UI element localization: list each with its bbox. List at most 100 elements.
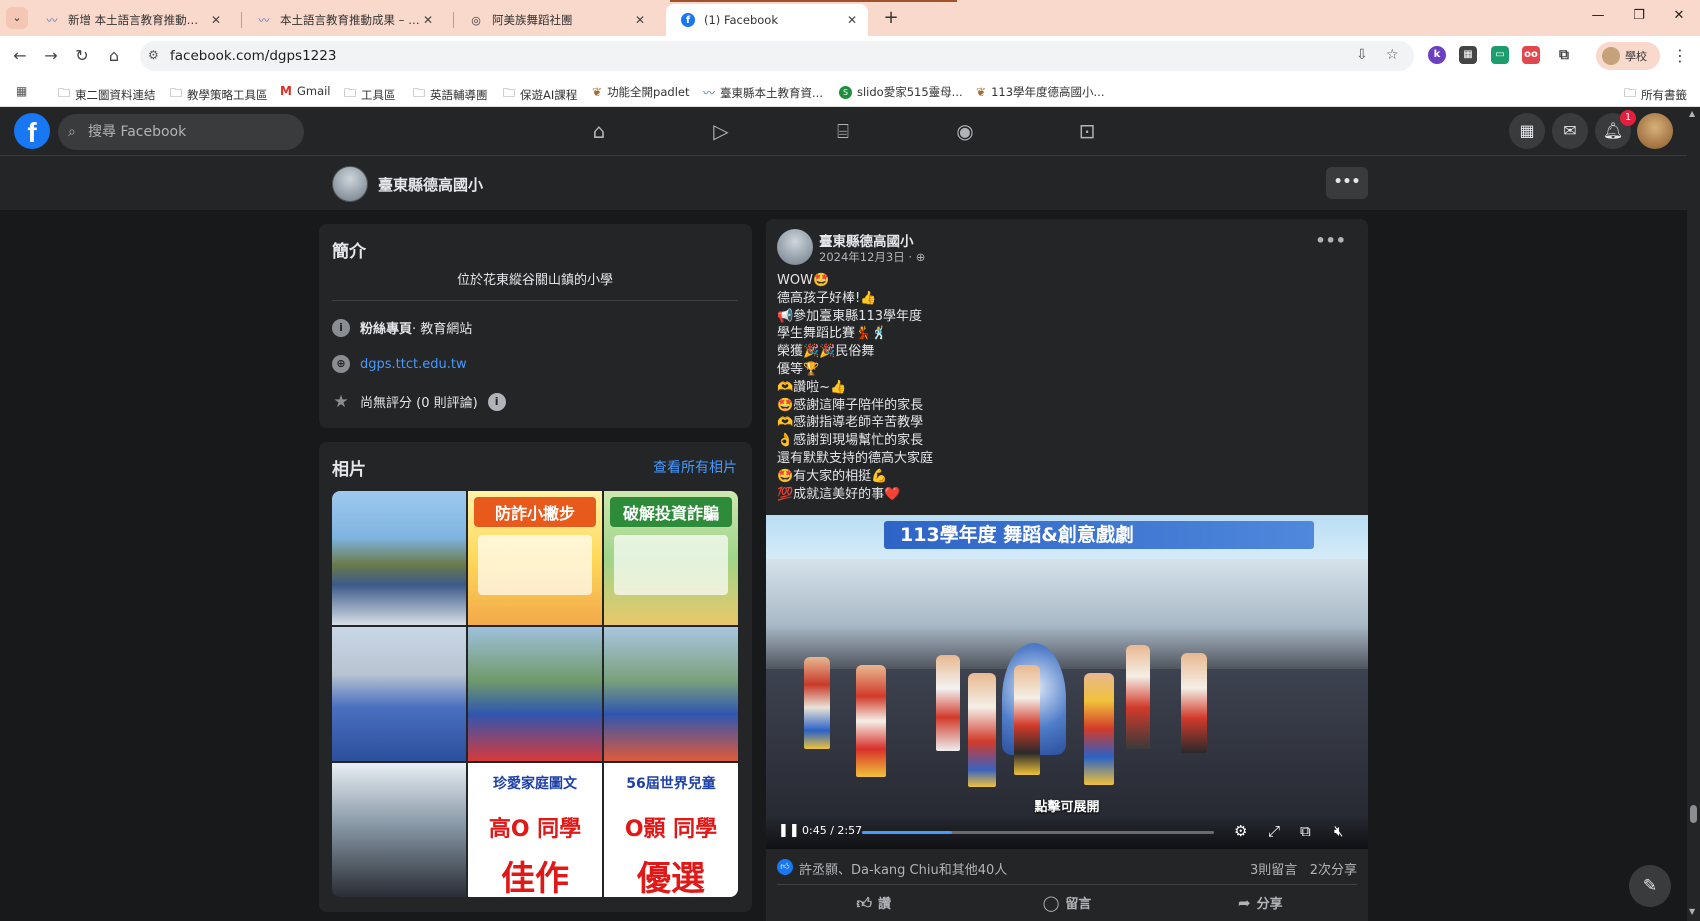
share-button[interactable]: ➦ 分享 bbox=[1164, 885, 1357, 921]
photo-thumbnail[interactable] bbox=[332, 627, 466, 761]
messenger-icon[interactable]: ✉ bbox=[1552, 113, 1588, 149]
video-stage-banner: 113學年度 舞蹈&創意戲劇 bbox=[766, 515, 1368, 559]
back-icon[interactable]: ← bbox=[8, 44, 32, 68]
home-icon[interactable]: ⌂ bbox=[102, 44, 126, 68]
bookmark-item[interactable]: M Gmail bbox=[280, 84, 331, 98]
address-bar[interactable]: ⚙ facebook.com/dgps1223 ⇩ ☆ bbox=[140, 41, 1414, 71]
folder-icon: 🗀 bbox=[58, 86, 71, 100]
browser-toolbar: ← → ↻ ⌂ ⚙ facebook.com/dgps1223 ⇩ ☆ k ▦ … bbox=[0, 36, 1700, 76]
home-nav-icon[interactable]: ⌂ bbox=[585, 117, 613, 145]
video-progress-track[interactable] bbox=[862, 831, 1214, 834]
forward-icon[interactable]: → bbox=[39, 44, 63, 68]
bookmarks-bar: ▦ 🗀 東二圖資料連結 🗀 教學策略工具區 M Gmail 🗀 工具區 🗀 英語輔導團 🗀… bbox=[0, 76, 1700, 107]
bookmark-item[interactable]: ❦ 113學年度德高國小... bbox=[976, 84, 1104, 100]
post-meta[interactable]: 2024年12月3日 · ⊕ bbox=[819, 249, 925, 265]
post-author-name[interactable]: 臺東縣德高國小 bbox=[819, 230, 914, 250]
intro-bio: 位於花東縱谷關山鎮的小學 bbox=[332, 269, 738, 301]
video-time: 0:45 / 2:57 bbox=[802, 824, 863, 837]
extensions-puzzle-icon[interactable]: ⧉ bbox=[1555, 46, 1573, 64]
new-tab-button[interactable]: + bbox=[880, 7, 902, 29]
bookmark-item[interactable]: 🗀 東二圖資料連結 bbox=[58, 84, 156, 105]
install-app-icon[interactable]: ⇩ bbox=[1356, 47, 1368, 63]
reactions-summary[interactable]: 許丞顥、Da-kang Chiu和其他40人 bbox=[799, 859, 1007, 878]
photo-thumbnail[interactable]: 防詐小撇步 bbox=[468, 491, 602, 625]
rating-info-icon[interactable]: i bbox=[487, 392, 506, 411]
tab-close-icon[interactable]: ✕ bbox=[632, 13, 648, 27]
extension-qr-icon[interactable]: ▦ bbox=[1459, 46, 1477, 64]
website-link[interactable]: dgps.ttct.edu.tw bbox=[360, 357, 467, 372]
apps-grid-icon[interactable]: ▦ bbox=[16, 84, 32, 98]
page-avatar[interactable] bbox=[332, 166, 368, 202]
minimize-icon[interactable]: — bbox=[1588, 8, 1608, 23]
photo-thumbnail[interactable]: 破解投資詐騙 bbox=[604, 491, 738, 625]
tab-close-icon[interactable]: ✕ bbox=[420, 13, 436, 27]
see-all-photos-link[interactable]: 查看所有相片 bbox=[653, 457, 737, 477]
page-more-button[interactable]: ••• bbox=[1326, 167, 1368, 199]
comment-count[interactable]: 3則留言 bbox=[1250, 863, 1297, 878]
scroll-down-arrow-icon[interactable]: ▼ bbox=[1689, 907, 1695, 916]
photo-thumbnail[interactable] bbox=[332, 491, 466, 625]
photo-thumbnail[interactable] bbox=[332, 763, 466, 897]
facebook-logo-icon[interactable]: f bbox=[14, 113, 50, 149]
page-scrollbar[interactable]: ▲ ▼ bbox=[1687, 107, 1700, 921]
bookmark-item[interactable]: 🗀 保遊AI課程 bbox=[503, 84, 577, 105]
bookmark-item[interactable]: 🗀 英語輔導團 bbox=[413, 84, 488, 105]
extension-red-icon[interactable]: oo bbox=[1522, 46, 1540, 64]
browser-tab[interactable]: ◎ 阿美族舞蹈社團 ✕ bbox=[454, 4, 656, 36]
video-nav-icon[interactable]: ▷ bbox=[707, 117, 735, 145]
all-bookmarks[interactable]: 🗀 所有書籤 bbox=[1624, 84, 1687, 105]
video-player[interactable]: 113學年度 舞蹈&創意戲劇 點擊可展開 ❚❚ 0:45 / 2:57 ⚙ ⤢ … bbox=[766, 515, 1368, 849]
share-count[interactable]: 2次分享 bbox=[1310, 863, 1357, 878]
facebook-search-input[interactable]: ⌕ 搜尋 Facebook bbox=[58, 114, 304, 150]
bookmark-item[interactable]: Sslido愛家515靈母... bbox=[839, 84, 963, 100]
photo-thumbnail[interactable]: 56屆世界兒童 O顥 同學 優選 bbox=[604, 763, 738, 897]
tab-search-button[interactable]: ⌄ bbox=[6, 7, 28, 29]
profile-button[interactable]: 學校 bbox=[1596, 42, 1660, 70]
extension-green-icon[interactable]: ▭ bbox=[1491, 46, 1509, 64]
comment-button[interactable]: ◯ 留言 bbox=[970, 885, 1163, 921]
settings-gear-icon[interactable]: ⚙ bbox=[1234, 822, 1247, 840]
post-line: 優等🏆 bbox=[777, 361, 820, 377]
account-avatar[interactable] bbox=[1637, 113, 1673, 149]
browser-tab[interactable]: 〰 本土語言教育推動成果 – 臺東縣 ✕ bbox=[242, 4, 444, 36]
gaming-nav-icon[interactable]: ⊡ bbox=[1073, 117, 1101, 145]
like-button[interactable]: 👍︎ 讚 bbox=[777, 885, 970, 921]
scrollbar-thumb[interactable] bbox=[1690, 805, 1697, 823]
browser-tab[interactable]: 〰 新增 本土語言教育推動成果 ‹ 臺 ✕ bbox=[30, 4, 232, 36]
bookmark-item[interactable]: 🗀 工具區 bbox=[344, 84, 396, 105]
picture-in-picture-icon[interactable]: ⧉ bbox=[1300, 822, 1311, 840]
reload-icon[interactable]: ↻ bbox=[70, 44, 94, 68]
bookmark-star-icon[interactable]: ☆ bbox=[1386, 47, 1399, 63]
bookmark-item[interactable]: 〰臺東縣本土教育資... bbox=[703, 84, 823, 101]
browser-tab-active[interactable]: f (1) Facebook ✕ bbox=[666, 4, 868, 36]
post-line: 德高孩子好棒!👍 bbox=[777, 290, 877, 306]
tab-close-icon[interactable]: ✕ bbox=[208, 13, 224, 27]
post-author-avatar[interactable] bbox=[777, 229, 813, 265]
mute-icon[interactable]: 🔇︎ bbox=[1334, 822, 1343, 840]
photo-thumbnail[interactable] bbox=[604, 627, 738, 761]
page-name[interactable]: 臺東縣德高國小 bbox=[378, 174, 483, 195]
bookmark-item[interactable]: 🗀 教學策略工具區 bbox=[170, 84, 268, 105]
tap-to-expand-hint[interactable]: 點擊可展開 bbox=[766, 796, 1368, 815]
intro-website-row: ⊕ dgps.ttct.edu.tw bbox=[332, 355, 467, 373]
fullscreen-icon[interactable]: ⤢ bbox=[1268, 822, 1280, 840]
marketplace-nav-icon[interactable]: ⌸ bbox=[829, 117, 857, 145]
bookmark-item[interactable]: ❦ 功能全開padlet bbox=[592, 84, 690, 100]
new-message-compose-icon[interactable]: ✎ bbox=[1629, 865, 1671, 907]
post-more-icon[interactable]: ••• bbox=[1315, 231, 1346, 250]
pause-icon[interactable]: ❚❚ bbox=[778, 823, 800, 838]
restore-icon[interactable]: ❐ bbox=[1629, 8, 1649, 23]
scroll-up-arrow-icon[interactable]: ▲ bbox=[1689, 109, 1695, 118]
url-text[interactable]: facebook.com/dgps1223 bbox=[170, 48, 336, 64]
site-info-icon[interactable]: ⚙ bbox=[148, 48, 159, 62]
close-window-icon[interactable]: ✕ bbox=[1669, 8, 1689, 23]
photo-thumbnail[interactable]: 珍愛家庭圖文 高O 同學 佳作 bbox=[468, 763, 602, 897]
groups-nav-icon[interactable]: ◉ bbox=[951, 117, 979, 145]
menu-grid-icon[interactable]: ▦ bbox=[1509, 113, 1545, 149]
folder-icon: 🗀 bbox=[170, 86, 183, 100]
photo-thumbnail[interactable] bbox=[468, 627, 602, 761]
site-favicon-icon: 〰 bbox=[46, 14, 58, 27]
tab-close-icon[interactable]: ✕ bbox=[844, 13, 860, 27]
browser-menu-icon[interactable]: ⋮ bbox=[1672, 46, 1688, 65]
extension-k-icon[interactable]: k bbox=[1428, 46, 1446, 64]
